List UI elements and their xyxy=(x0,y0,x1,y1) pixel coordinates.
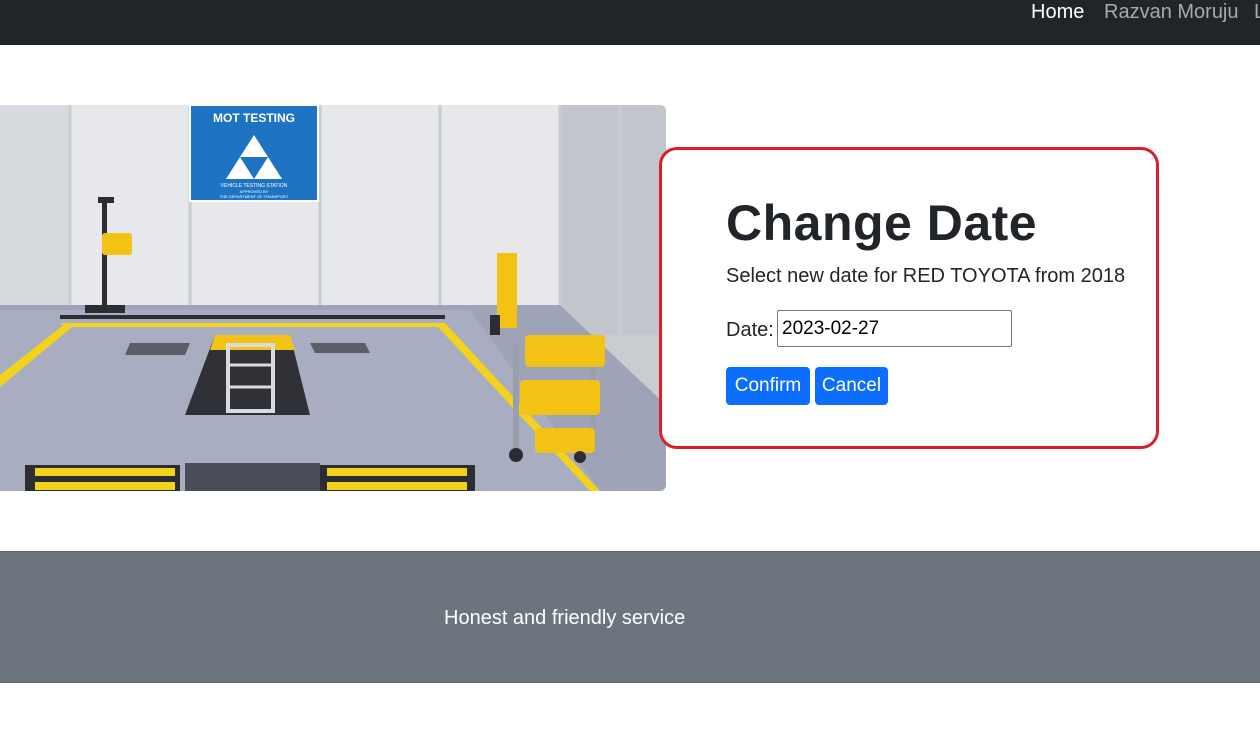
confirm-button[interactable]: Confirm xyxy=(726,367,810,405)
nav-link-logout[interactable]: L xyxy=(1254,0,1260,24)
nav-link-home[interactable]: Home xyxy=(1031,0,1084,24)
vehicle-description: Select new date for RED TOYOTA from 2018 xyxy=(726,265,1126,287)
nav-link-user[interactable]: Razvan Moruju xyxy=(1104,0,1239,24)
date-label: Date: xyxy=(726,319,774,341)
top-navbar: Home Razvan Moruju L xyxy=(0,0,1260,45)
sign-line-3: THE DEPARTMENT OF TRANSPORT xyxy=(220,194,289,199)
mot-garage-image: MOT TESTING VEHICLE TESTING STATION APPR… xyxy=(0,105,666,491)
date-input[interactable] xyxy=(777,310,1012,347)
sign-title: MOT TESTING xyxy=(213,111,295,125)
page-title: Change Date xyxy=(726,195,1038,251)
footer-tagline: Honest and friendly service xyxy=(444,607,686,629)
garage-illustration: MOT TESTING VEHICLE TESTING STATION APPR… xyxy=(0,105,666,491)
cancel-button[interactable]: Cancel xyxy=(815,367,888,405)
